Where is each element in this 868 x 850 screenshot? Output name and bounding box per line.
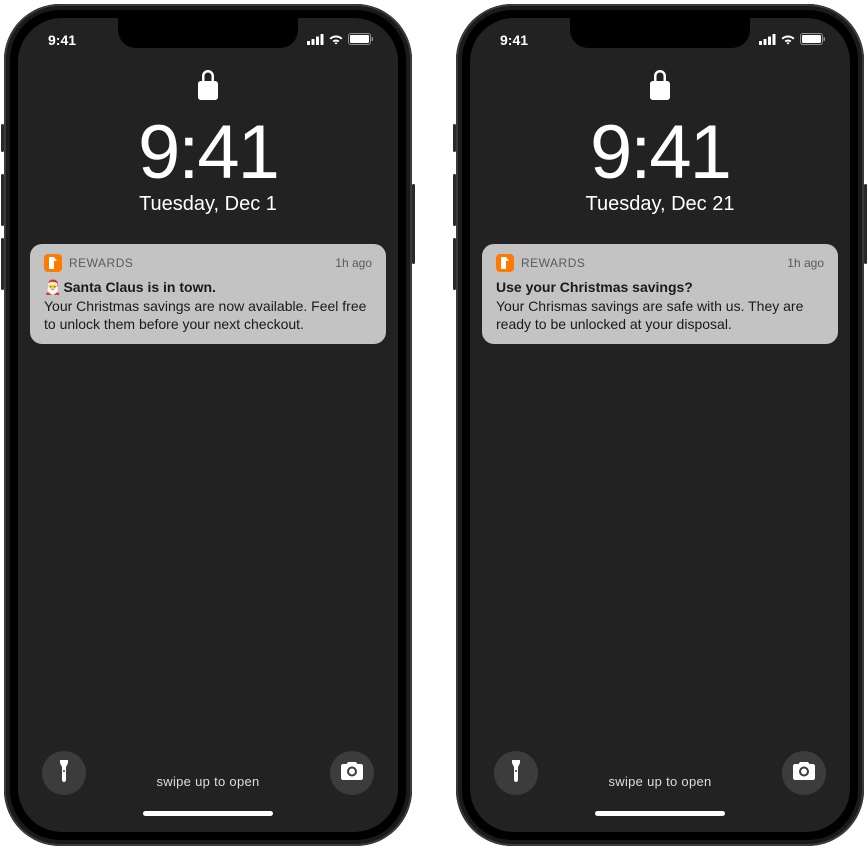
flashlight-button[interactable] <box>42 751 86 795</box>
notification-card[interactable]: REWARDS 1h ago Use your Christmas saving… <box>482 244 838 344</box>
swipe-hint: swipe up to open <box>608 774 711 789</box>
wifi-icon <box>780 32 796 48</box>
battery-icon <box>800 32 826 48</box>
lock-date: Tuesday, Dec 21 <box>470 193 850 216</box>
lock-screen: 9:41 9:41 Tuesday, Dec 1 <box>18 18 398 832</box>
camera-button[interactable] <box>330 751 374 795</box>
app-icon <box>496 254 514 272</box>
notification-title: Use your Christmas savings? <box>496 278 824 296</box>
phone-mockup-2: 9:41 9:41 Tuesday, Dec 21 <box>456 4 864 846</box>
app-icon <box>44 254 62 272</box>
lock-date: Tuesday, Dec 1 <box>18 193 398 216</box>
signal-icon <box>307 32 324 48</box>
notification-time: 1h ago <box>335 256 372 270</box>
phone-mockup-1: 9:41 9:41 Tuesday, Dec 1 <box>4 4 412 846</box>
flashlight-icon <box>58 760 70 787</box>
home-indicator[interactable] <box>595 811 725 816</box>
lock-icon <box>197 70 219 105</box>
home-indicator[interactable] <box>143 811 273 816</box>
status-time: 9:41 <box>500 32 528 48</box>
swipe-hint: swipe up to open <box>156 774 259 789</box>
notch <box>570 18 750 48</box>
notification-app-name: REWARDS <box>69 256 328 270</box>
lock-screen: 9:41 9:41 Tuesday, Dec 21 <box>470 18 850 832</box>
lock-time: 9:41 <box>18 115 398 191</box>
lock-time: 9:41 <box>470 115 850 191</box>
wifi-icon <box>328 32 344 48</box>
camera-icon <box>341 762 363 785</box>
lock-icon <box>649 70 671 105</box>
notification-app-name: REWARDS <box>521 256 780 270</box>
flashlight-icon <box>510 760 522 787</box>
battery-icon <box>348 32 374 48</box>
notification-time: 1h ago <box>787 256 824 270</box>
status-time: 9:41 <box>48 32 76 48</box>
signal-icon <box>759 32 776 48</box>
camera-button[interactable] <box>782 751 826 795</box>
camera-icon <box>793 762 815 785</box>
notification-title: 🎅Santa Claus is in town. <box>44 278 372 296</box>
notification-card[interactable]: REWARDS 1h ago 🎅Santa Claus is in town. … <box>30 244 386 344</box>
flashlight-button[interactable] <box>494 751 538 795</box>
notification-body: Your Christmas savings are now available… <box>44 297 372 333</box>
notch <box>118 18 298 48</box>
notification-body: Your Chrismas savings are safe with us. … <box>496 297 824 333</box>
